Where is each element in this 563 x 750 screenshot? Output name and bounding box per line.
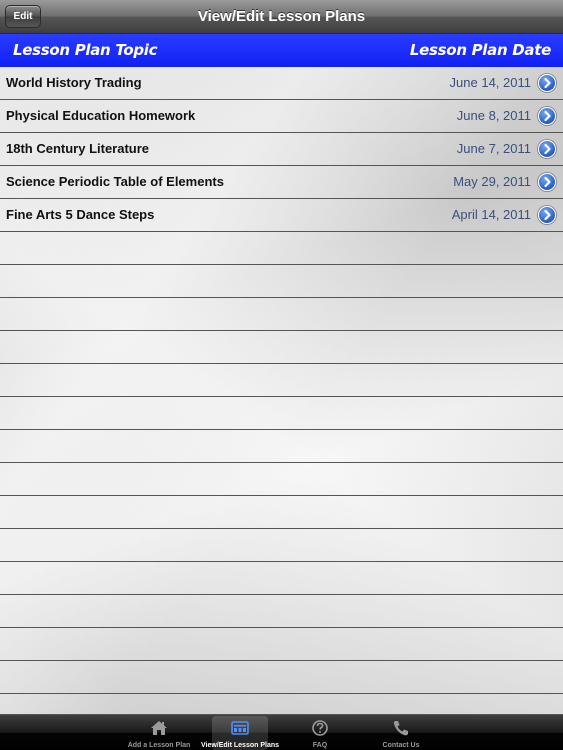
lesson-date: June 7, 2011 (456, 141, 531, 156)
disclosure-icon[interactable] (538, 173, 556, 191)
lesson-date: June 8, 2011 (456, 108, 531, 123)
empty-row (0, 265, 563, 298)
disclosure-icon[interactable] (538, 74, 556, 92)
list-icon (231, 721, 249, 735)
house-icon (151, 721, 167, 735)
tab-faq[interactable]: FAQ (292, 716, 348, 750)
empty-row (0, 397, 563, 430)
column-header: Lesson Plan Topic Lesson Plan Date (0, 34, 563, 67)
table-row[interactable]: Science Periodic Table of Elements May 2… (0, 166, 563, 199)
empty-row (0, 298, 563, 331)
lesson-title: 18th Century Literature (6, 141, 150, 156)
table-row[interactable]: Fine Arts 5 Dance Steps April 14, 2011 (0, 199, 563, 232)
tab-bar: Add a Lesson Plan View/Edit Lesson Plans… (0, 714, 563, 750)
table-row[interactable]: 18th Century Literature June 7, 2011 (0, 133, 563, 166)
empty-row (0, 331, 563, 364)
lesson-date: May 29, 2011 (453, 174, 531, 189)
empty-row (0, 529, 563, 562)
empty-row (0, 562, 563, 595)
lesson-plan-table[interactable]: World History Trading June 14, 2011 Phys… (0, 67, 563, 714)
tab-add-lesson-plan[interactable]: Add a Lesson Plan (128, 716, 190, 750)
empty-row (0, 694, 563, 714)
table-row[interactable]: Physical Education Homework June 8, 2011 (0, 100, 563, 133)
disclosure-icon[interactable] (538, 107, 556, 125)
phone-icon (393, 721, 408, 736)
empty-row (0, 430, 563, 463)
empty-row (0, 496, 563, 529)
empty-row (0, 364, 563, 397)
question-icon (312, 720, 328, 736)
lesson-title: World History Trading (6, 75, 142, 90)
lesson-date: April 14, 2011 (451, 207, 531, 222)
empty-row (0, 595, 563, 628)
empty-row (0, 232, 563, 265)
lesson-title: Physical Education Homework (6, 108, 196, 123)
tab-contact-us[interactable]: Contact Us (373, 716, 429, 750)
tab-label: Contact Us (382, 742, 420, 749)
lesson-title: Science Periodic Table of Elements (6, 174, 224, 189)
empty-row (0, 463, 563, 496)
table-row[interactable]: World History Trading June 14, 2011 (0, 67, 563, 100)
empty-row (0, 628, 563, 661)
page-title: View/Edit Lesson Plans (197, 8, 366, 25)
navigation-bar: Edit View/Edit Lesson Plans (0, 0, 563, 34)
column-header-date: Lesson Plan Date (409, 41, 551, 59)
column-header-topic: Lesson Plan Topic (13, 41, 158, 59)
disclosure-icon[interactable] (538, 206, 556, 224)
disclosure-icon[interactable] (538, 140, 556, 158)
lesson-title: Fine Arts 5 Dance Steps (6, 207, 155, 222)
empty-row (0, 661, 563, 694)
tab-view-edit-lesson-plans[interactable]: View/Edit Lesson Plans (201, 716, 279, 750)
lesson-date: June 14, 2011 (449, 75, 531, 90)
